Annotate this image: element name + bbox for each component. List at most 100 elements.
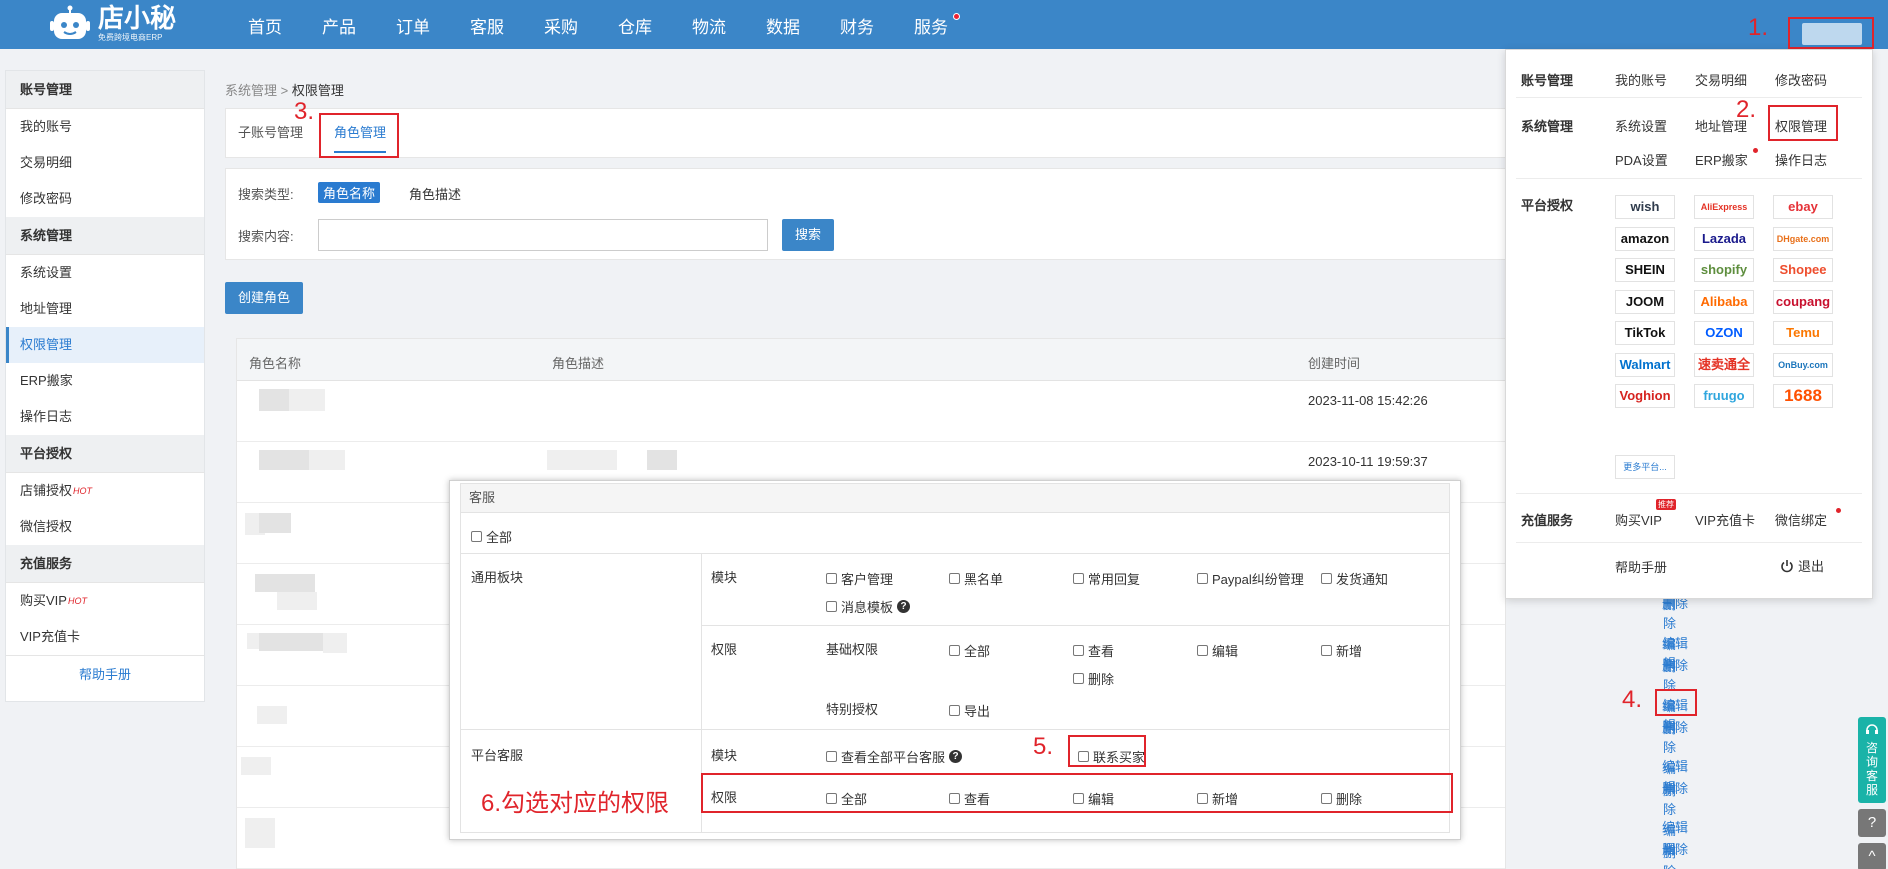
nav-orders[interactable]: 订单 [376,0,450,49]
platform-fruugo-logo[interactable]: fruugo [1694,384,1754,408]
platform-shopify-logo[interactable]: shopify [1694,258,1754,282]
checkbox-message-template[interactable]: 消息模板? [826,597,911,616]
sidebar-item-system-settings[interactable]: 系统设置 [6,255,204,291]
more-platforms-button[interactable]: 更多平台... [1615,455,1675,479]
nav-finance[interactable]: 财务 [820,0,894,49]
nav-warehouse[interactable]: 仓库 [598,0,672,49]
nav-home[interactable]: 首页 [228,0,302,49]
checkbox-blacklist[interactable]: 黑名单 [949,569,1003,588]
search-type-label: 搜索类型: [238,187,294,202]
sidebar-item-wechat-auth[interactable]: 微信授权 [6,509,204,545]
platform-joom-logo[interactable]: JOOM [1615,289,1675,314]
search-type-role-desc[interactable]: 角色描述 [409,184,461,203]
edit-link[interactable]: 编辑 [1662,817,1688,836]
platform-aliexpress-logo[interactable]: AliExpress [1694,195,1754,219]
help-icon[interactable]: ? [949,750,963,763]
platform-shopee-logo[interactable]: Shopee [1773,258,1833,282]
dropdown-transactions[interactable]: 交易明细 [1695,70,1747,89]
search-button[interactable]: 搜索 [782,219,834,251]
back-to-top-icon[interactable]: ^ [1858,843,1886,869]
search-type-role-name[interactable]: 角色名称 [318,182,381,203]
platform-voghion-logo[interactable]: Voghion [1615,384,1675,408]
platform-1688-logo[interactable]: 1688 [1773,384,1833,408]
checkbox-all[interactable]: 全部 [471,527,512,546]
delete-link[interactable]: 删除 [1662,655,1688,674]
dropdown-operation-log[interactable]: 操作日志 [1775,150,1827,169]
dropdown-wechat-bind[interactable]: 微信绑定 [1775,510,1827,529]
dropdown-change-password[interactable]: 修改密码 [1775,70,1827,89]
platform-temu-logo[interactable]: Temu [1773,321,1833,345]
delete-link[interactable]: 删除 [1662,778,1688,797]
checkbox-export[interactable]: 导出 [949,701,990,720]
nav-customer-service[interactable]: 客服 [450,0,524,49]
highlight-box-5 [1068,735,1146,767]
headset-icon [1865,722,1879,736]
consult-service-button[interactable]: 咨询客服 [1858,717,1886,803]
platform-onbuy-com-logo[interactable]: OnBuy.com [1773,352,1833,377]
platform---logo[interactable]: 速卖通全托管 [1694,352,1754,377]
checkbox-basic-add[interactable]: 新增 [1321,641,1362,660]
sidebar-item-my-account[interactable]: 我的账号 [6,109,204,145]
platform-walmart-logo[interactable]: Walmart [1615,352,1675,377]
sidebar-item-store-auth[interactable]: 店铺授权HOT [6,473,204,509]
nav-service[interactable]: 服务 [894,0,968,49]
dropdown-vip-card[interactable]: VIP充值卡 [1695,510,1755,529]
account-menu-button[interactable] [1788,17,1874,49]
nav-purchase[interactable]: 采购 [524,0,598,49]
tab-bar: 子账号管理 角色管理 [225,108,1515,158]
sidebar-item-erp-migration[interactable]: ERP搬家 [6,363,204,399]
platform-lazada-logo[interactable]: Lazada [1694,226,1754,251]
sidebar-item-address[interactable]: 地址管理 [6,291,204,327]
checkbox-view-all-platform-cs[interactable]: 查看全部平台客服? [826,747,963,766]
delete-link[interactable]: 删除 [1662,717,1688,736]
permission-grid: 全部 通用板块 模块 客户管理 黑名单 常用回复 Paypal纠纷管理 发货通知… [460,513,1453,833]
platform-wish-logo[interactable]: wish [1615,195,1675,219]
nav-products[interactable]: 产品 [302,0,376,49]
platform-ozon-logo[interactable]: OZON [1694,321,1754,345]
checkbox-basic-edit[interactable]: 编辑 [1197,641,1238,660]
logout-button[interactable]: 退出 [1780,556,1824,575]
nav-data[interactable]: 数据 [746,0,820,49]
checkbox-shipping-notice[interactable]: 发货通知 [1321,569,1388,588]
sidebar-item-change-password[interactable]: 修改密码 [6,181,204,217]
dropdown-help[interactable]: 帮助手册 [1615,557,1667,576]
edit-link[interactable]: 编辑 [1662,756,1688,775]
checkbox-paypal-dispute[interactable]: Paypal纠纷管理 [1197,569,1304,588]
highlight-box-2 [1768,105,1838,141]
checkbox-customer-mgmt[interactable]: 客户管理 [826,569,893,588]
sidebar-item-vip-card[interactable]: VIP充值卡 [6,619,204,655]
help-circle-icon[interactable]: ? [1858,809,1886,837]
platform-shein-logo[interactable]: SHEIN [1615,258,1675,282]
sidebar-item-transactions[interactable]: 交易明细 [6,145,204,181]
edit-link[interactable]: 编辑 [1662,633,1688,652]
checkbox-label: 黑名单 [964,572,1004,587]
search-input[interactable] [318,219,768,251]
platform-amazon-logo[interactable]: amazon [1615,226,1675,251]
checkbox-common-reply[interactable]: 常用回复 [1073,569,1140,588]
checkbox-basic-view[interactable]: 查看 [1073,641,1114,660]
dropdown-system-settings[interactable]: 系统设置 [1615,116,1667,135]
sidebar-item-permissions[interactable]: 权限管理 [6,327,204,363]
nav-logistics[interactable]: 物流 [672,0,746,49]
checkbox-basic-delete[interactable]: 删除 [1073,669,1114,688]
platform-dhgate-com-logo[interactable]: DHgate.com [1773,226,1833,251]
platform-ebay-logo[interactable]: ebay [1773,195,1833,219]
logo[interactable]: 店小秘 免费跨境电商ERP [48,4,178,44]
platform-tiktok-logo[interactable]: TikTok [1615,321,1675,345]
sidebar-help-link[interactable]: 帮助手册 [6,655,204,693]
platform-alibaba-logo[interactable]: Alibaba [1694,289,1754,314]
sidebar-section-system: 系统管理 [6,217,204,255]
dropdown-buy-vip[interactable]: 购买VIP [1615,510,1662,529]
checkbox-basic-all[interactable]: 全部 [949,641,990,660]
checkbox-box [949,705,960,716]
sidebar-item-buy-vip[interactable]: 购买VIPHOT [6,583,204,619]
dropdown-pda-settings[interactable]: PDA设置 [1615,150,1668,169]
dropdown-my-account[interactable]: 我的账号 [1615,70,1667,89]
delete-link[interactable]: 删除 [1662,839,1688,858]
platform-coupang-logo[interactable]: coupang [1773,289,1833,314]
sidebar-item-operation-log[interactable]: 操作日志 [6,399,204,435]
breadcrumb-parent[interactable]: 系统管理 [225,83,277,98]
create-role-button[interactable]: 创建角色 [225,282,303,314]
dropdown-erp-migration[interactable]: ERP搬家 [1695,150,1748,169]
help-icon[interactable]: ? [897,600,911,613]
